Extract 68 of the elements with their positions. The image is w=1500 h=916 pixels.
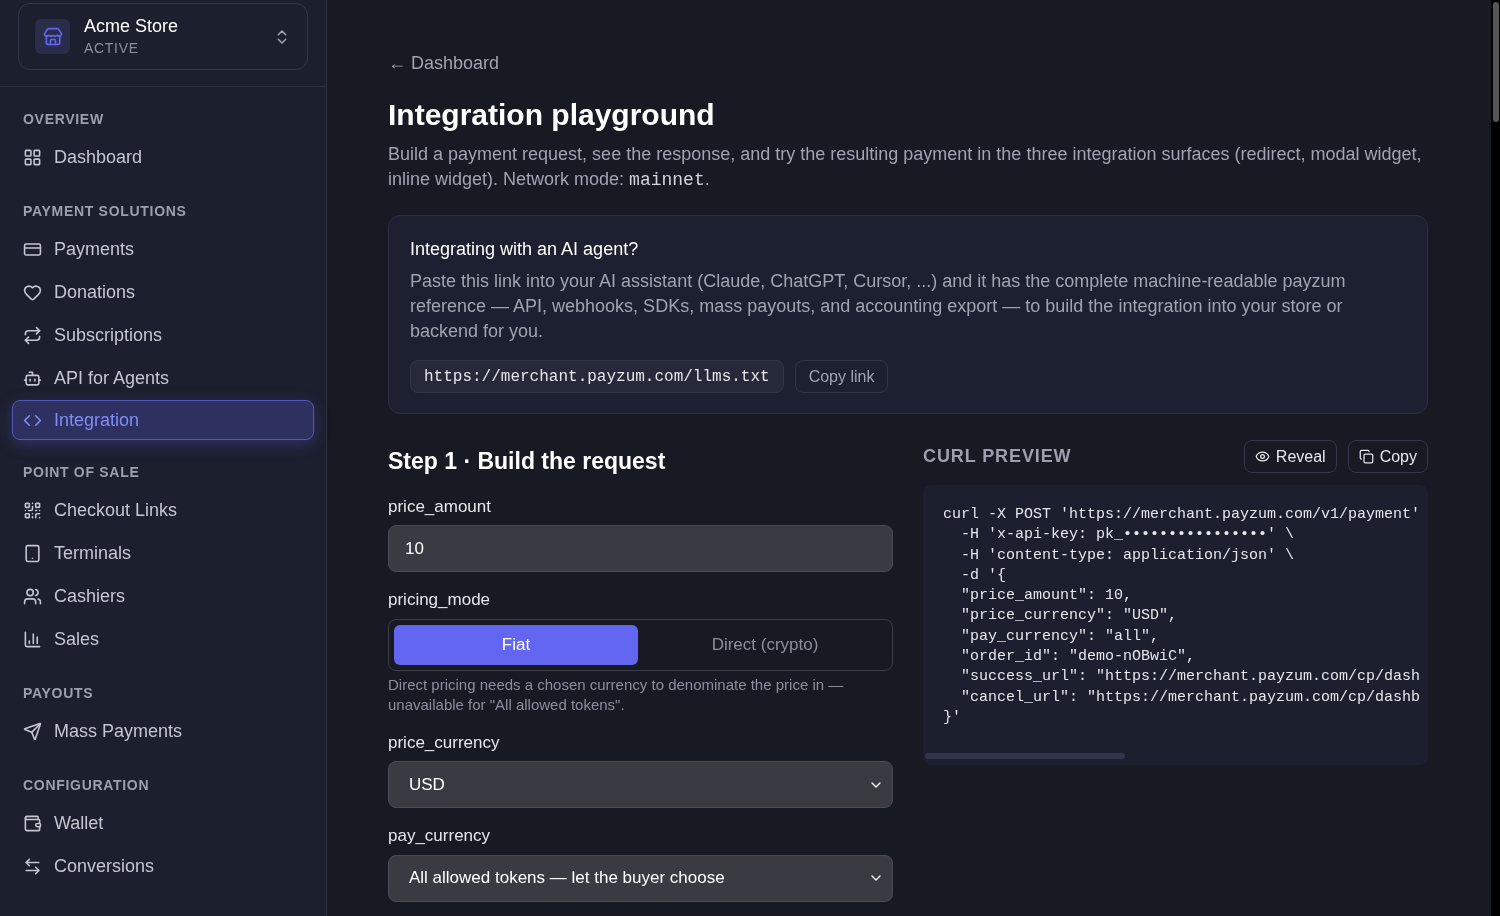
section-label: CONFIGURATION (22, 776, 151, 795)
back-link[interactable]: ← Dashboard (388, 50, 1428, 77)
preview-title: CURL PREVIEW (923, 445, 1072, 468)
card-text: Paste this link into your AI assistant (Claude, ChatGPT, Cursor, ...) and it has the complete machine-readable payzum reference — API, webhooks, SDKs, mass payouts, and accounting export — to build the integration into your store or backend for you. (410, 270, 1347, 343)
segment-tab[interactable]: Direct (crypto) (643, 624, 887, 665)
input-field[interactable]: 10 (388, 525, 893, 572)
page-title: Integration playground (388, 97, 716, 133)
select-field[interactable]: All allowed tokens — let the buyer choose (388, 854, 893, 902)
field-label: pay_currency (388, 825, 492, 847)
sidebar-item[interactable]: Cashiers (12, 575, 314, 618)
code-line: "price_amount": 10, (960, 586, 1133, 607)
code-line: "success_url": "https://merchant.payzum.com/cp/dash (960, 667, 1421, 688)
field-label: price_amount (388, 495, 492, 518)
sidebar-item[interactable]: Wallet (12, 802, 314, 845)
section-label: POINT OF SALE (22, 463, 141, 482)
select-field[interactable]: USD (388, 761, 893, 808)
url-field[interactable]: https://merchant.payzum.com/llms.txt (410, 360, 784, 393)
repeat-icon (23, 326, 42, 345)
sidebar-item[interactable]: Payments (12, 228, 314, 271)
card-icon (23, 240, 42, 259)
code-line: "cancel_url": "https://merchant.payzum.com/cp/dashb (960, 687, 1421, 708)
store-name: Acme Store (84, 15, 180, 38)
sidebar-item[interactable]: Mass Payments (12, 710, 314, 753)
card-title: Integrating with an AI agent? (410, 238, 640, 261)
sidebar-item[interactable]: Sales (12, 618, 314, 661)
sidebar-item[interactable]: Donations (12, 271, 314, 314)
reveal-button[interactable]: Reveal (1243, 440, 1337, 473)
code-line: "order_id": "demo-nOBwiC", (960, 647, 1196, 668)
code-line: -H 'x-api-key: pk_••••••••••••••••' \ (960, 525, 1295, 546)
field-hint: Direct pricing needs a chosen currency to denominate the price in — unavailable for "All allowed tokens". (388, 674, 845, 715)
code-line: "price_currency": "USD", (960, 606, 1178, 627)
sidebar-item[interactable]: API for Agents (12, 357, 314, 400)
store-status: ACTIVE (84, 39, 140, 58)
arrows-icon (23, 857, 42, 876)
sidebar-item[interactable]: Subscriptions (12, 314, 314, 357)
copy-button[interactable]: Copy (1347, 440, 1428, 473)
section-label: PAYMENT SOLUTIONS (22, 202, 188, 221)
eye-icon (1254, 449, 1270, 464)
sidebar-item[interactable]: Integration (12, 400, 314, 440)
section-label: PAYOUTS (22, 684, 95, 703)
store-switcher[interactable]: Acme Store ACTIVE (18, 3, 308, 70)
sidebar-item[interactable]: Checkout Links (12, 489, 314, 532)
code-line: curl -X POST 'https://merchant.payzum.com/v1/payment' (943, 505, 1421, 525)
grid-icon (23, 148, 42, 167)
code-line: "pay_currency": "all", (960, 626, 1160, 647)
tablet-icon (23, 544, 42, 563)
step-title: Step 1 · Build the request (388, 447, 667, 476)
wallet-icon (23, 814, 42, 833)
code-line: -H 'content-type: application/json' \ (960, 545, 1295, 566)
store-icon (35, 19, 70, 54)
sidebar-item[interactable]: Conversions (12, 845, 314, 888)
heart-icon (23, 283, 42, 302)
segment-tab[interactable]: Fiat (394, 624, 638, 665)
field-label: pricing_mode (388, 589, 492, 611)
page-description: Build a payment request, see the response, and try the resulting payment in the three integration surfaces (redirect, modal widget, inline widget). Network mode: mainnet. (388, 143, 1423, 192)
section-label: OVERVIEW (22, 110, 105, 129)
send-icon (23, 722, 42, 741)
field-label: price_currency (388, 731, 501, 754)
copy-link-button[interactable]: Copy link (794, 360, 889, 393)
qr-code-icon (23, 501, 42, 520)
users-icon (23, 587, 42, 606)
bar-chart-icon (23, 630, 42, 649)
robot-icon (23, 369, 42, 388)
code-line: -d '{ (960, 565, 1006, 586)
sidebar-item[interactable]: Dashboard (12, 136, 314, 179)
code-line: }' (943, 707, 961, 728)
sidebar-item[interactable]: Terminals (12, 532, 314, 575)
copy-icon (1358, 449, 1374, 464)
